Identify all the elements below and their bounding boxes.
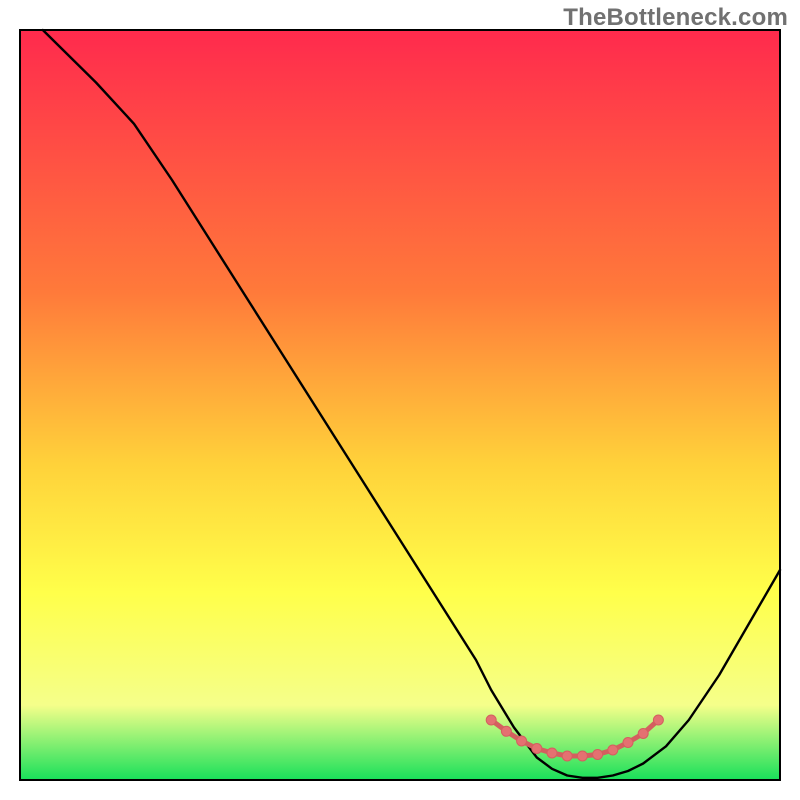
marker-dot: [486, 715, 496, 725]
chart-svg: [0, 0, 800, 800]
marker-dot: [577, 751, 587, 761]
marker-dot: [547, 748, 557, 758]
watermark-text: TheBottleneck.com: [563, 4, 788, 32]
marker-dot: [638, 729, 648, 739]
marker-dot: [653, 715, 663, 725]
marker-dot: [608, 745, 618, 755]
chart-container: { "watermark": "TheBottleneck.com", "col…: [0, 0, 800, 800]
marker-dot: [501, 726, 511, 736]
plot-background: [20, 30, 780, 780]
marker-dot: [623, 738, 633, 748]
marker-dot: [517, 736, 527, 746]
marker-dot: [562, 751, 572, 761]
marker-dot: [593, 750, 603, 760]
marker-dot: [532, 744, 542, 754]
